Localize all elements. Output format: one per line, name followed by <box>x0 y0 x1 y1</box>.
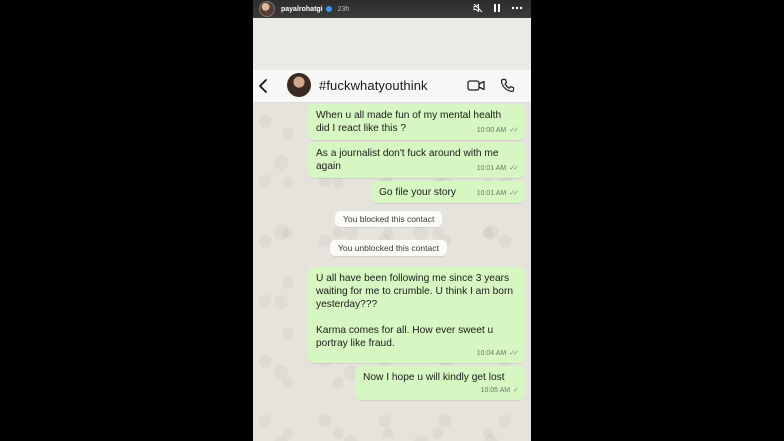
message-time: 10:05 AM <box>480 387 511 394</box>
chat-title[interactable]: #fuckwhatyouthink <box>319 78 428 93</box>
read-receipt-icon: ✓✓ <box>509 190 519 197</box>
story-frame: payalrohatgi 23h #fuckwhatyouthink When … <box>253 0 531 441</box>
verified-badge-icon <box>325 6 332 12</box>
read-receipt-icon: ✓ <box>513 387 519 394</box>
message-text: Now I hope u will kindly get lost <box>363 372 505 383</box>
back-arrow-icon[interactable] <box>257 78 269 94</box>
read-receipt-icon: ✓✓ <box>509 350 519 357</box>
system-notice-text: You unblocked this contact <box>338 243 439 253</box>
phone-call-icon[interactable] <box>500 78 515 93</box>
message-meta: 10:04 AM ✓✓ <box>476 347 519 360</box>
story-username[interactable]: payalrohatgi <box>281 6 323 13</box>
message-meta: 10:01 AM ✓✓ <box>476 187 519 200</box>
message-time: 10:01 AM <box>476 190 507 197</box>
more-icon[interactable] <box>511 6 523 10</box>
system-notice-text: You blocked this contact <box>343 214 435 224</box>
story-avatar[interactable] <box>259 1 275 17</box>
contact-avatar[interactable] <box>287 73 311 97</box>
message-bubble[interactable]: Go file your story 10:01 AM ✓✓ <box>371 181 525 203</box>
message-time: 10:00 AM <box>476 127 507 134</box>
mute-icon[interactable] <box>473 3 483 13</box>
message-time: 10:04 AM <box>476 350 507 357</box>
message-time: 10:01 AM <box>476 165 507 172</box>
read-receipt-icon: ✓✓ <box>509 165 519 172</box>
chat-body[interactable]: When u all made fun of my mental health … <box>253 103 531 441</box>
video-call-icon[interactable] <box>467 79 485 92</box>
message-text: U all have been following me since 3 yea… <box>316 273 514 349</box>
message-bubble[interactable]: When u all made fun of my mental health … <box>308 104 525 140</box>
chat-header: #fuckwhatyouthink <box>253 70 531 103</box>
message-bubble[interactable]: U all have been following me since 3 yea… <box>308 267 525 363</box>
message-meta: 10:00 AM ✓✓ <box>476 124 519 137</box>
system-notice: You blocked this contact <box>335 211 443 227</box>
read-receipt-icon: ✓✓ <box>509 127 519 134</box>
message-bubble[interactable]: Now I hope u will kindly get lost 10:05 … <box>355 366 525 400</box>
message-meta: 10:01 AM ✓✓ <box>476 162 519 175</box>
message-meta: 10:05 AM ✓ <box>480 384 519 397</box>
message-bubble[interactable]: As a journalist don't fuck around with m… <box>308 142 525 178</box>
story-time: 23h <box>337 5 350 13</box>
system-notice: You unblocked this contact <box>330 240 447 256</box>
pause-icon[interactable] <box>493 3 501 13</box>
story-header: payalrohatgi 23h <box>253 0 531 18</box>
